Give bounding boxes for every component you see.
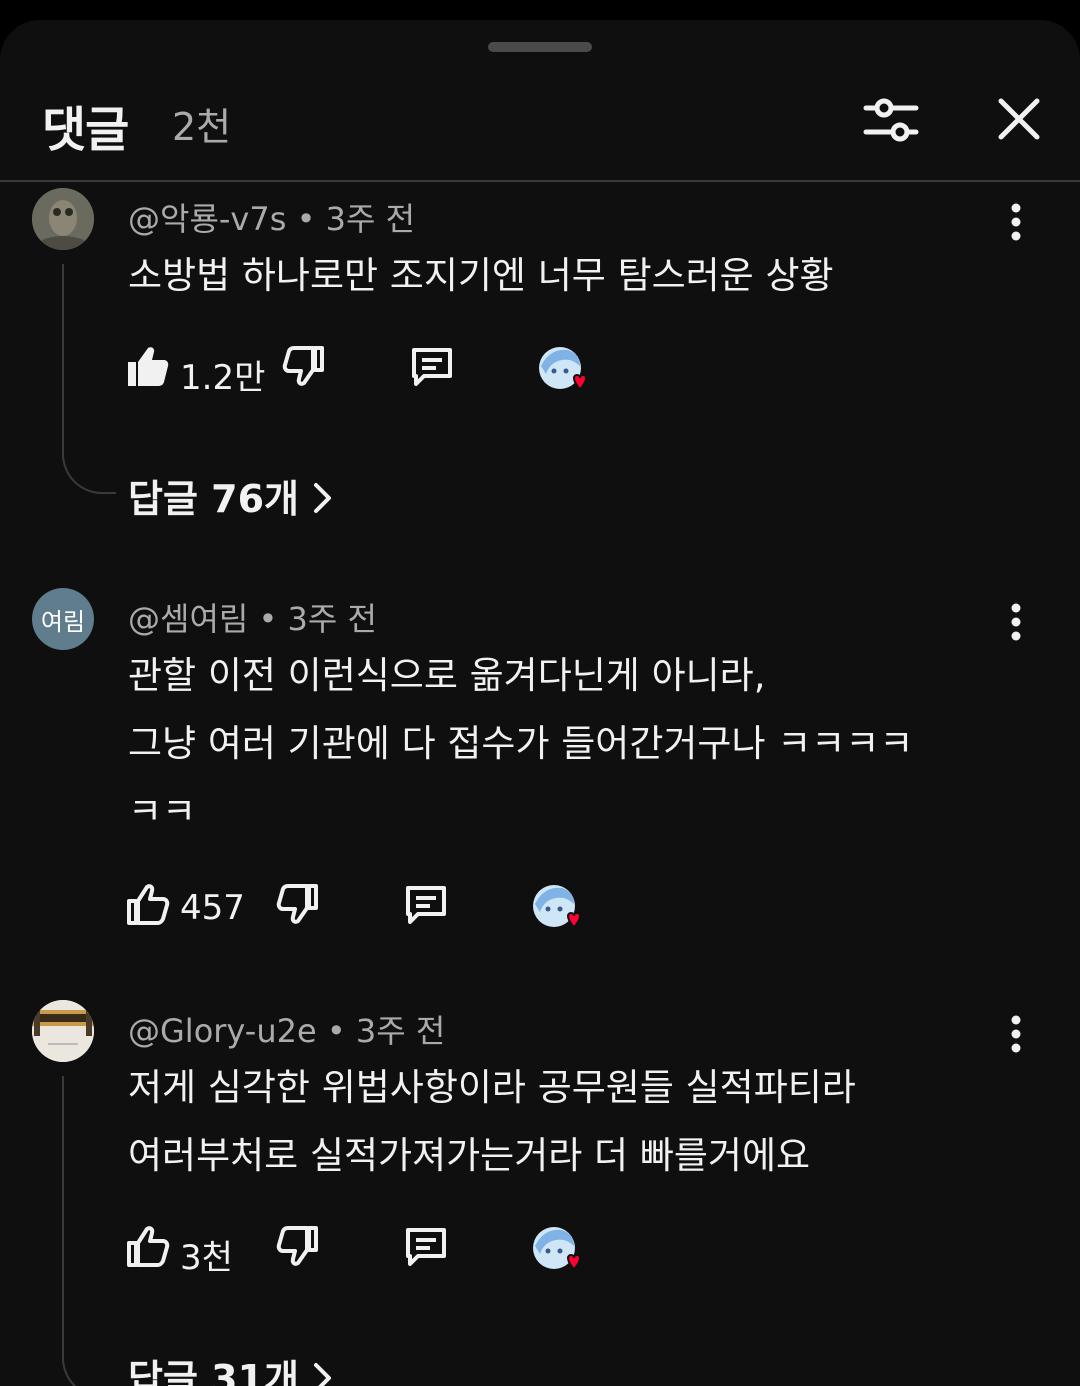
comments-sheet: 댓글 2천 @악룡-v7s • 3주 전 소방법 하나로만 조지기엔 너무 탐스… bbox=[0, 20, 1080, 1386]
dislike-button[interactable] bbox=[274, 880, 322, 932]
comment-time: 3주 전 bbox=[287, 600, 377, 638]
chevron-right-icon bbox=[314, 1362, 331, 1386]
creator-heart-icon bbox=[533, 1227, 582, 1271]
comment-meta: @셈여림 • 3주 전 bbox=[128, 594, 377, 640]
reply-button[interactable] bbox=[402, 1222, 450, 1274]
owl-photo-avatar-icon bbox=[32, 188, 94, 250]
more-vert-icon bbox=[1011, 603, 1021, 641]
thumbs-up-icon bbox=[127, 1226, 170, 1267]
comments-title: 댓글 bbox=[42, 102, 129, 158]
close-icon bbox=[998, 98, 1040, 140]
comments-count: 2천 bbox=[172, 105, 232, 149]
like-count: 3천 bbox=[180, 1238, 233, 1278]
like-button[interactable] bbox=[124, 342, 172, 394]
comment-actions: 3천 bbox=[124, 1222, 644, 1278]
thumbs-up-filled-icon bbox=[128, 347, 169, 386]
comment-actions: 457 bbox=[124, 880, 644, 936]
more-vert-icon bbox=[1011, 1015, 1021, 1053]
comment-meta: @악룡-v7s • 3주 전 bbox=[128, 194, 415, 240]
thread-line bbox=[62, 264, 116, 494]
avatar[interactable] bbox=[32, 188, 94, 250]
creator-heart-badge bbox=[530, 1224, 586, 1280]
separator-dot: • bbox=[296, 200, 326, 238]
separator-dot: • bbox=[258, 600, 288, 638]
more-options-button[interactable] bbox=[996, 598, 1036, 648]
like-count: 457 bbox=[180, 888, 245, 928]
avatar-initials: 여림 bbox=[40, 607, 86, 636]
comment-meta: @Glory-u2e • 3주 전 bbox=[128, 1006, 445, 1052]
thread-line bbox=[62, 1076, 116, 1386]
more-options-button[interactable] bbox=[996, 198, 1036, 248]
drag-handle[interactable] bbox=[488, 42, 592, 52]
view-replies-link[interactable]: 답글 76개 bbox=[128, 468, 333, 524]
thumbs-down-icon bbox=[276, 1226, 318, 1266]
reply-button[interactable] bbox=[408, 342, 456, 394]
replies-label: 답글 76개 bbox=[128, 477, 299, 521]
avatar[interactable]: 여림 bbox=[32, 588, 94, 650]
reply-button[interactable] bbox=[402, 880, 450, 932]
comment-bubble-icon bbox=[406, 1228, 446, 1266]
filter-button[interactable] bbox=[858, 86, 924, 152]
comment-text: 관할 이전 이런식으로 옮겨다닌게 아니라, 그냥 여러 기관에 다 접수가 들… bbox=[128, 654, 914, 833]
sliders-icon bbox=[863, 98, 919, 142]
comment-text: 저게 심각한 위법사항이라 공무원들 실적파티라 여러부처로 실적가져가는거라 … bbox=[128, 1066, 856, 1177]
creator-heart-icon bbox=[539, 347, 588, 391]
comment-bubble-icon bbox=[412, 348, 452, 386]
view-replies-link[interactable]: 답글 31개 bbox=[128, 1348, 333, 1386]
more-vert-icon bbox=[1011, 203, 1021, 241]
comment-author[interactable]: @악룡-v7s bbox=[128, 200, 286, 238]
comments-header: 댓글 2천 bbox=[0, 60, 1080, 182]
sign-photo-avatar-icon bbox=[32, 1000, 94, 1062]
separator-dot: • bbox=[326, 1012, 356, 1050]
comment-text: 소방법 하나로만 조지기엔 너무 탐스러운 상황 bbox=[128, 254, 834, 297]
comment-author[interactable]: @Glory-u2e bbox=[128, 1012, 317, 1050]
thumbs-down-icon bbox=[276, 884, 318, 924]
comment-time: 3주 전 bbox=[325, 200, 416, 238]
close-button[interactable] bbox=[986, 86, 1052, 152]
chevron-right-icon bbox=[314, 482, 331, 513]
creator-heart-badge bbox=[530, 882, 586, 938]
like-count: 1.2만 bbox=[180, 358, 266, 398]
creator-heart-badge bbox=[536, 344, 592, 400]
comment-actions: 1.2만 bbox=[124, 342, 644, 398]
comment-author[interactable]: @셈여림 bbox=[128, 600, 248, 638]
replies-label: 답글 31개 bbox=[128, 1357, 299, 1386]
more-options-button[interactable] bbox=[996, 1010, 1036, 1060]
like-button[interactable] bbox=[124, 880, 172, 932]
thumbs-down-icon bbox=[282, 346, 324, 386]
avatar[interactable] bbox=[32, 1000, 94, 1062]
like-button[interactable] bbox=[124, 1222, 172, 1274]
comment-time: 3주 전 bbox=[355, 1012, 446, 1050]
comment-bubble-icon bbox=[406, 886, 446, 924]
dislike-button[interactable] bbox=[274, 1222, 322, 1274]
thumbs-up-icon bbox=[127, 884, 170, 925]
dislike-button[interactable] bbox=[280, 342, 328, 394]
creator-heart-icon bbox=[533, 885, 582, 929]
